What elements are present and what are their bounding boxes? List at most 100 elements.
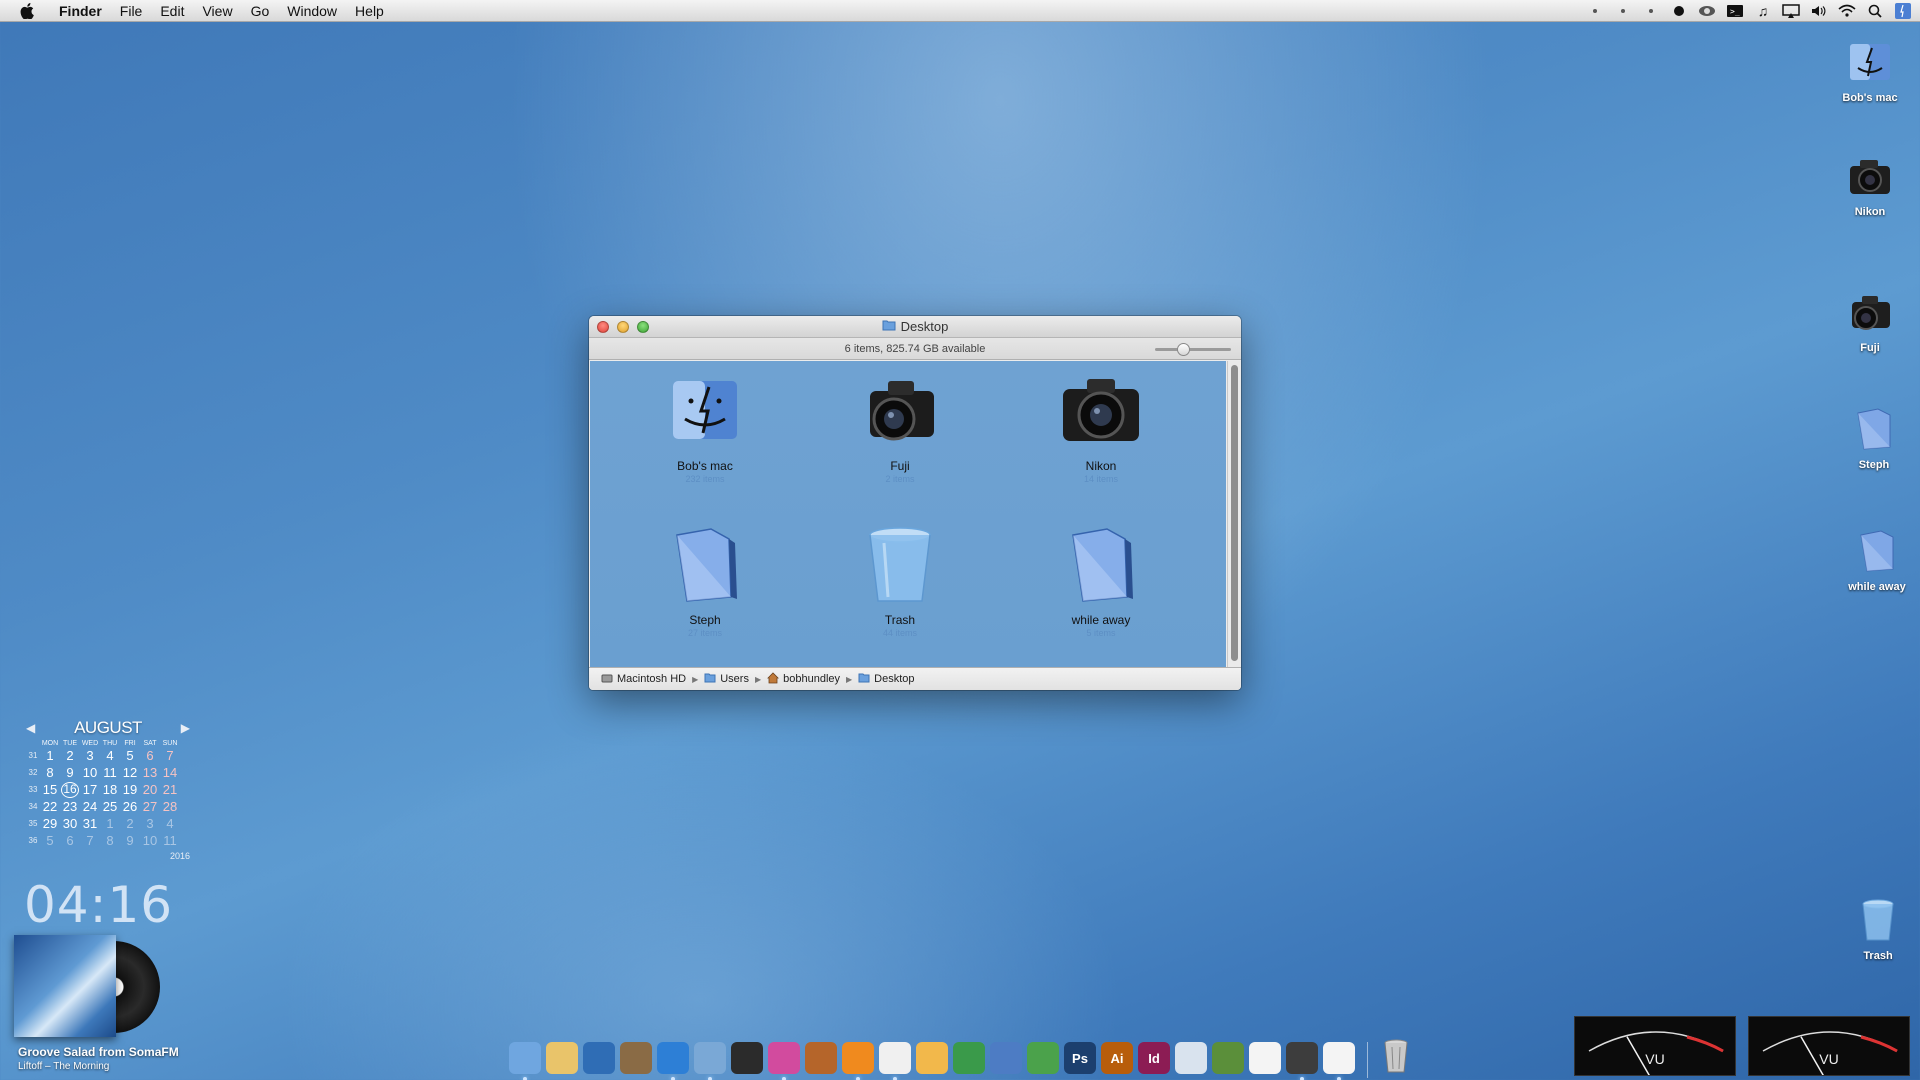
calendar-day[interactable]: 9 [60, 765, 80, 780]
calendar-day[interactable]: 7 [80, 833, 100, 848]
calendar-day[interactable]: 2 [120, 816, 140, 831]
dock-item-word[interactable] [989, 1038, 1023, 1078]
calendar-day[interactable]: 15 [40, 782, 60, 797]
calendar-day[interactable]: 12 [120, 765, 140, 780]
menu-finder[interactable]: Finder [50, 3, 111, 19]
menu-edit[interactable]: Edit [151, 3, 193, 19]
file-item-nikon[interactable]: Nikon 14 items [1031, 369, 1171, 484]
dock-item-plant[interactable] [1026, 1038, 1060, 1078]
vertical-scrollbar[interactable] [1227, 361, 1241, 667]
calendar-day[interactable]: 24 [80, 799, 100, 814]
calendar-day[interactable]: 11 [100, 765, 120, 780]
calendar-day[interactable]: 1 [40, 748, 60, 763]
menu-view[interactable]: View [193, 3, 241, 19]
icon-size-slider[interactable] [1155, 343, 1231, 356]
dock-item-archive[interactable] [1285, 1038, 1319, 1080]
calendar-day[interactable]: 20 [140, 782, 160, 797]
dock-item-compass[interactable] [656, 1038, 690, 1080]
volume-icon[interactable] [1810, 2, 1828, 20]
dock-item-indesign[interactable]: Id [1137, 1038, 1171, 1078]
calendar-day[interactable]: 6 [60, 833, 80, 848]
path-segment-desktop[interactable]: Desktop [858, 672, 915, 686]
search-icon[interactable] [1866, 2, 1884, 20]
desktop-icon-fuji[interactable]: Fuji [1825, 288, 1915, 354]
calendar-day-today[interactable]: 16 [61, 781, 79, 798]
dot-icon[interactable] [1642, 2, 1660, 20]
calendar-day[interactable]: 4 [100, 748, 120, 763]
calendar-day[interactable]: 29 [40, 816, 60, 831]
dock-item-trash[interactable] [1379, 1038, 1413, 1078]
terminal-icon[interactable]: >_ [1726, 2, 1744, 20]
dock-item-globe[interactable] [582, 1038, 616, 1078]
dock-item-finder[interactable] [508, 1038, 542, 1080]
calendar-day[interactable]: 10 [140, 833, 160, 848]
menu-window[interactable]: Window [278, 3, 346, 19]
file-item-trash[interactable]: Trash 44 items [830, 523, 970, 638]
calendar-day[interactable]: 23 [60, 799, 80, 814]
desktop-icon-while-away[interactable]: while away [1832, 527, 1920, 593]
dock-item-numbers[interactable] [952, 1038, 986, 1078]
calendar-day[interactable]: 13 [140, 765, 160, 780]
album-cover[interactable] [14, 935, 116, 1037]
desktop-icon-steph[interactable]: Steph [1829, 405, 1919, 471]
calendar-day[interactable]: 4 [160, 816, 180, 831]
user-icon[interactable] [1894, 2, 1912, 20]
previous-month-icon[interactable]: ◀ [26, 721, 35, 735]
calendar-day[interactable]: 8 [100, 833, 120, 848]
calendar-day[interactable]: 21 [160, 782, 180, 797]
minimize-button[interactable] [617, 321, 629, 333]
calendar-day[interactable]: 19 [120, 782, 140, 797]
path-segment-macintosh-hd[interactable]: Macintosh HD [601, 672, 686, 687]
slider-knob[interactable] [1177, 343, 1190, 356]
dot-icon[interactable] [1614, 2, 1632, 20]
menu-file[interactable]: File [111, 3, 152, 19]
calendar-day[interactable]: 18 [100, 782, 120, 797]
dock-item-photoshop[interactable]: Ps [1063, 1038, 1097, 1078]
dock-item-cone[interactable] [841, 1038, 875, 1080]
calendar-day[interactable]: 1 [100, 816, 120, 831]
file-item-bobs-mac[interactable]: Bob's mac 232 items [635, 369, 775, 484]
desktop-icon-trash[interactable]: Trash [1833, 896, 1920, 962]
scrollbar-thumb[interactable] [1231, 365, 1238, 661]
music-note-icon[interactable]: ♫ [1754, 2, 1772, 20]
file-item-fuji[interactable]: Fuji 2 items [830, 369, 970, 484]
calendar-day[interactable]: 30 [60, 816, 80, 831]
dock-item-document[interactable] [1322, 1038, 1356, 1080]
calendar-day[interactable]: 3 [140, 816, 160, 831]
dock-item-color-palette[interactable] [545, 1038, 579, 1078]
dock-item-minecraft[interactable] [1211, 1038, 1245, 1078]
airplay-icon[interactable] [1782, 2, 1800, 20]
calendar-day[interactable]: 2 [60, 748, 80, 763]
calendar-day[interactable]: 17 [80, 782, 100, 797]
dock-item-music[interactable] [767, 1038, 801, 1080]
dock-item-preview[interactable] [693, 1038, 727, 1080]
calendar-day[interactable]: 27 [140, 799, 160, 814]
calendar-day[interactable]: 3 [80, 748, 100, 763]
dock-item-window[interactable] [1174, 1038, 1208, 1078]
file-item-steph[interactable]: Steph 27 items [635, 523, 775, 638]
calendar-day[interactable]: 6 [140, 748, 160, 763]
desktop-icon-nikon[interactable]: Nikon [1825, 152, 1915, 218]
calendar-day[interactable]: 8 [40, 765, 60, 780]
calendar-day[interactable]: 5 [120, 748, 140, 763]
window-titlebar[interactable]: Desktop [589, 316, 1241, 338]
calendar-day[interactable]: 14 [160, 765, 180, 780]
close-button[interactable] [597, 321, 609, 333]
dock-item-pages[interactable] [915, 1038, 949, 1078]
menu-go[interactable]: Go [242, 3, 279, 19]
calendar-day[interactable]: 9 [120, 833, 140, 848]
dock-item-dvd-player[interactable] [730, 1038, 764, 1078]
path-segment-users[interactable]: Users [704, 672, 749, 686]
calendar-day[interactable]: 22 [40, 799, 60, 814]
zoom-button[interactable] [637, 321, 649, 333]
calendar-day[interactable]: 28 [160, 799, 180, 814]
dock-item-guitar[interactable] [804, 1038, 838, 1078]
dock-item-textedit[interactable] [878, 1038, 912, 1080]
next-month-icon[interactable]: ▶ [181, 721, 190, 735]
path-segment-bobhundley[interactable]: bobhundley [767, 671, 840, 687]
dock-item-illustrator[interactable]: Ai [1100, 1038, 1134, 1078]
calendar-day[interactable]: 31 [80, 816, 100, 831]
calendar-day[interactable]: 25 [100, 799, 120, 814]
desktop-icon-bobs-mac[interactable]: Bob's mac [1825, 38, 1915, 104]
record-icon[interactable] [1670, 2, 1688, 20]
